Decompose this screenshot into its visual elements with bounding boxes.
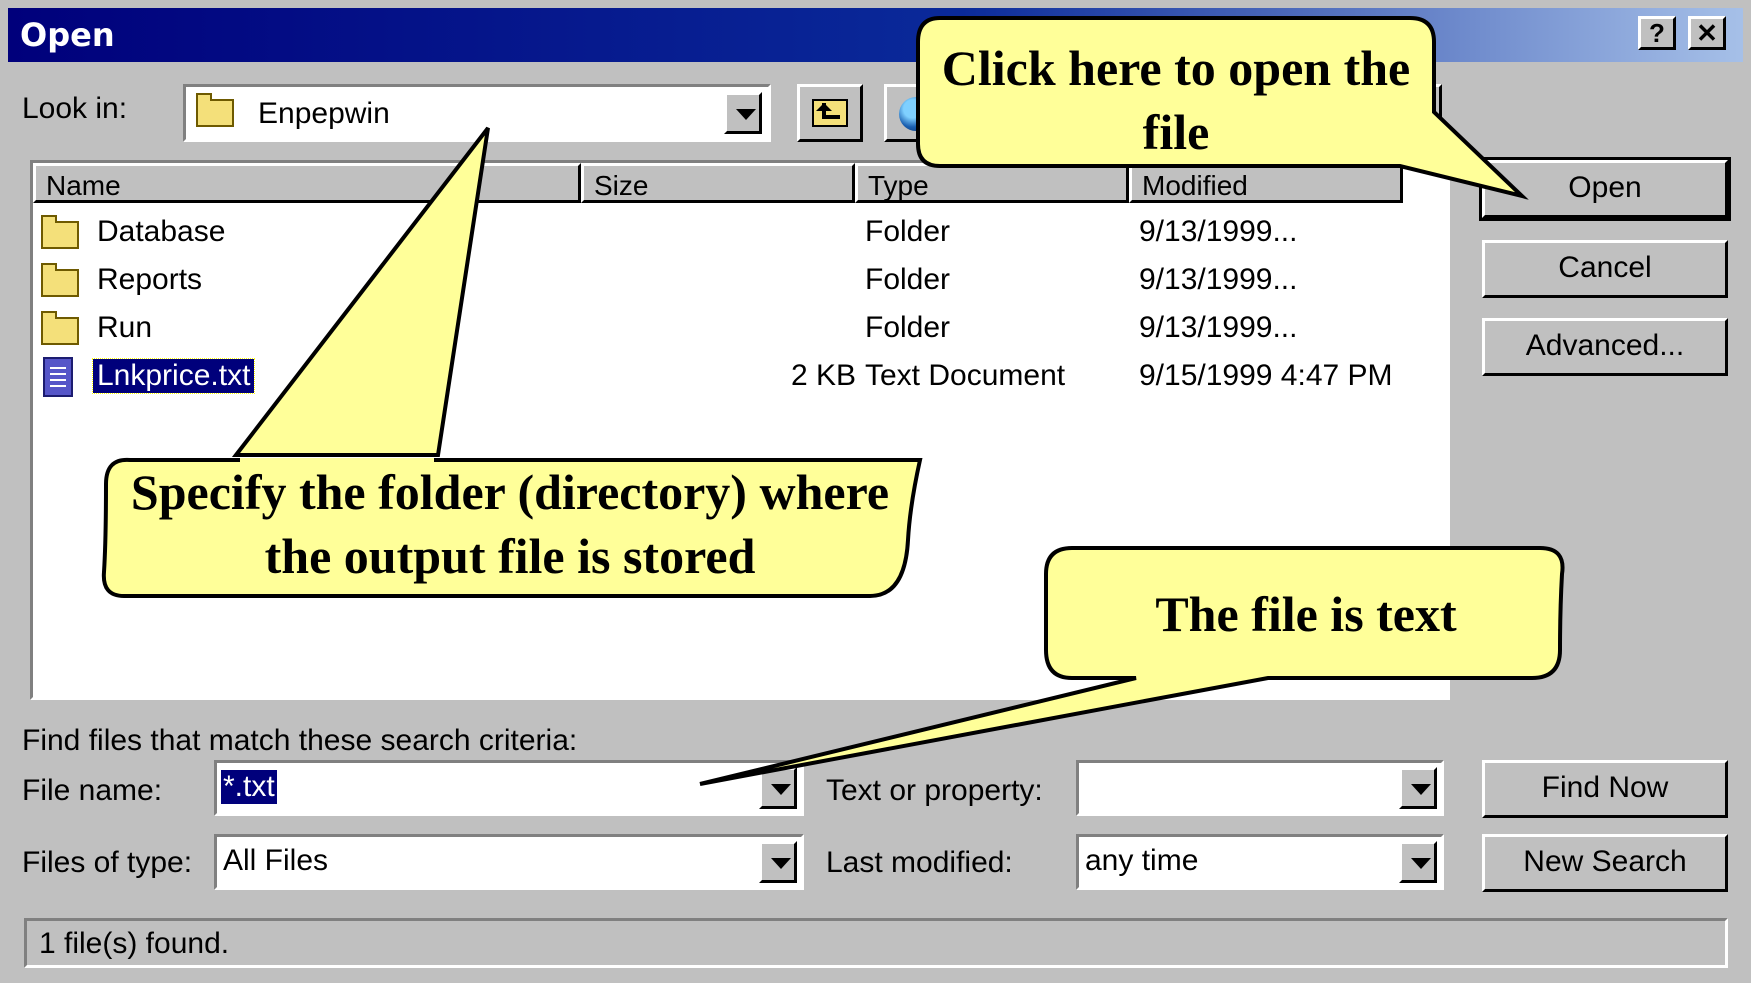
callout-open-file-text: Click here to open the file <box>941 40 1411 160</box>
callout-text-file-text: The file is text <box>1155 586 1457 642</box>
callout-folder-text: Specify the folder (directory) where the… <box>130 464 890 584</box>
